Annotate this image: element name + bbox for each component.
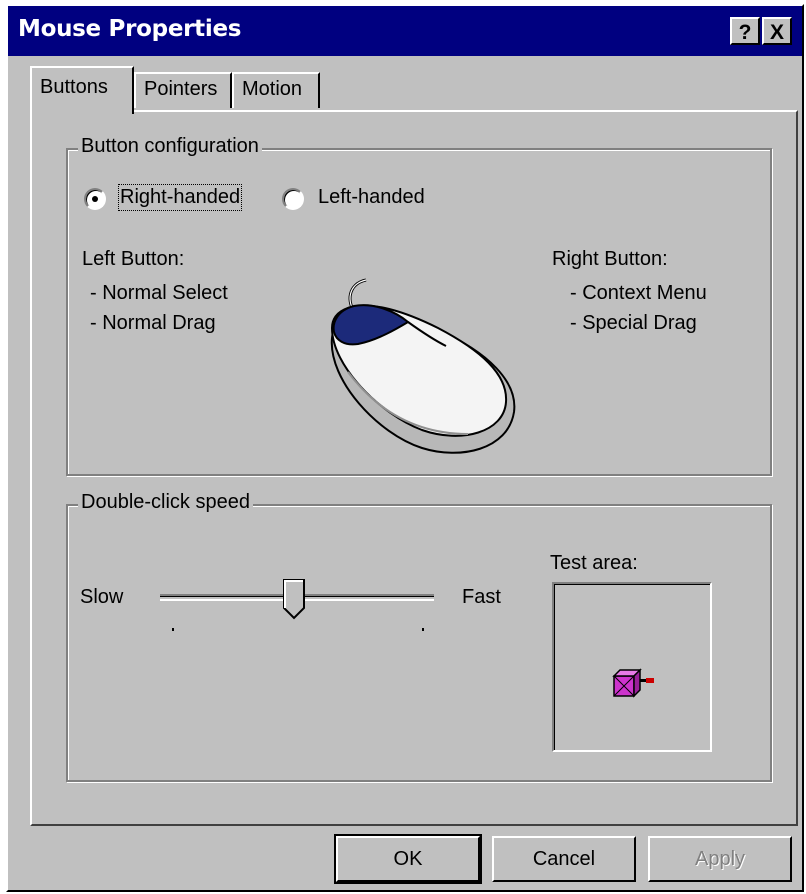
speed-slider-thumb[interactable] (282, 578, 308, 622)
right-handed-radio[interactable] (84, 188, 106, 210)
tab-buttons-label: Buttons (40, 76, 108, 98)
mouse-illustration-icon (330, 278, 516, 454)
tab-pointers-label: Pointers (144, 78, 218, 100)
slider-tick-start (172, 628, 174, 631)
button-configuration-legend: Button configuration (78, 135, 262, 158)
double-click-speed-legend: Double-click speed (78, 491, 253, 514)
jack-in-the-box-icon (612, 668, 654, 698)
left-button-action-1: - Normal Select (90, 282, 228, 304)
right-handed-label[interactable]: Right-handed (117, 184, 243, 211)
slider-tick-end (422, 628, 424, 631)
title-bar[interactable]: Mouse Properties ? X (8, 6, 802, 56)
cancel-button[interactable]: Cancel (492, 836, 636, 882)
right-button-action-1: - Context Menu (570, 282, 707, 304)
window-title: Mouse Properties (18, 16, 242, 42)
buttons-tab-panel: Button configuration Right-handed Left-h… (30, 110, 798, 826)
tab-motion[interactable]: Motion (232, 72, 320, 108)
radio-selected-dot (92, 196, 98, 202)
left-handed-radio[interactable] (282, 188, 304, 210)
help-button[interactable]: ? (730, 17, 760, 45)
right-button-action-2: - Special Drag (570, 312, 697, 334)
left-handed-label[interactable]: Left-handed (318, 186, 425, 209)
left-button-heading: Left Button: (82, 248, 185, 270)
tab-pointers[interactable]: Pointers (134, 72, 232, 108)
tab-motion-label: Motion (242, 78, 303, 100)
ok-button[interactable]: OK (336, 836, 480, 882)
button-configuration-group: Button configuration Right-handed Left-h… (66, 135, 772, 476)
close-button[interactable]: X (762, 17, 792, 45)
left-button-action-2: - Normal Drag (90, 312, 216, 334)
tab-buttons[interactable]: Buttons (30, 66, 134, 114)
test-area-label: Test area: (550, 552, 638, 574)
slow-label: Slow (80, 586, 124, 608)
fast-label: Fast (462, 586, 501, 608)
apply-button[interactable]: Apply (648, 836, 792, 882)
right-button-heading: Right Button: (552, 248, 668, 270)
test-area[interactable] (552, 582, 712, 752)
double-click-speed-group: Double-click speed Slow Fast Test area: (66, 491, 772, 782)
mouse-properties-window: Mouse Properties ? X Buttons Pointers Mo… (6, 4, 804, 892)
